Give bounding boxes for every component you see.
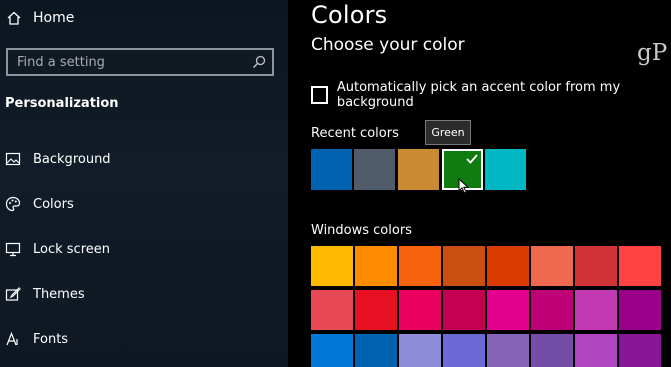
windows-color-swatch[interactable] bbox=[487, 290, 529, 330]
sidebar-item-fonts[interactable]: Fonts bbox=[5, 330, 68, 348]
windows-color-swatch[interactable] bbox=[355, 246, 397, 286]
windows-color-swatch[interactable] bbox=[355, 290, 397, 330]
mouse-pointer-icon bbox=[458, 178, 470, 194]
windows-color-swatch[interactable] bbox=[575, 334, 617, 367]
recent-color-swatch[interactable] bbox=[311, 149, 352, 190]
home-link[interactable]: Home bbox=[6, 9, 74, 27]
windows-color-swatch[interactable] bbox=[531, 334, 573, 367]
windows-color-swatch[interactable] bbox=[619, 290, 661, 330]
recent-color-swatch[interactable] bbox=[485, 149, 526, 190]
sidebar-item-label: Colors bbox=[33, 196, 74, 212]
windows-color-swatch[interactable] bbox=[355, 334, 397, 367]
recent-color-swatch[interactable] bbox=[398, 149, 439, 190]
windows-color-swatch[interactable] bbox=[487, 246, 529, 286]
windows-color-swatch[interactable] bbox=[443, 246, 485, 286]
font-icon bbox=[6, 331, 18, 346]
sidebar-item-label: Background bbox=[33, 151, 111, 167]
windows-color-swatch[interactable] bbox=[575, 246, 617, 286]
checkmark-icon bbox=[466, 154, 478, 164]
sidebar-item-background[interactable]: Background bbox=[5, 150, 111, 168]
search-placeholder: Find a setting bbox=[17, 54, 105, 70]
search-input[interactable]: Find a setting bbox=[6, 48, 274, 76]
windows-color-swatch[interactable] bbox=[531, 290, 573, 330]
sidebar: Home Find a setting Personalization Back… bbox=[0, 0, 288, 367]
auto-accent-option[interactable]: Automatically pick an accent color from … bbox=[311, 80, 671, 110]
sidebar-item-label: Themes bbox=[33, 286, 85, 302]
monitor-icon bbox=[5, 242, 21, 257]
windows-color-swatch[interactable] bbox=[575, 290, 617, 330]
windows-colors-label: Windows colors bbox=[311, 223, 412, 238]
watermark-logo: gP bbox=[637, 40, 668, 66]
windows-color-swatch[interactable] bbox=[619, 334, 661, 367]
windows-color-swatch[interactable] bbox=[443, 290, 485, 330]
windows-color-swatch[interactable] bbox=[311, 334, 353, 367]
windows-color-swatch[interactable] bbox=[311, 246, 353, 286]
section-title: Personalization bbox=[5, 96, 119, 111]
color-tooltip: Green bbox=[425, 120, 471, 145]
windows-color-swatch[interactable] bbox=[487, 334, 529, 367]
windows-color-swatch[interactable] bbox=[399, 290, 441, 330]
windows-color-swatch[interactable] bbox=[399, 246, 441, 286]
recent-colors-label: Recent colors bbox=[311, 126, 399, 141]
home-icon bbox=[7, 11, 21, 25]
sidebar-item-label: Lock screen bbox=[33, 241, 110, 257]
sidebar-item-lock-screen[interactable]: Lock screen bbox=[5, 240, 110, 258]
auto-accent-label: Automatically pick an accent color from … bbox=[336, 80, 621, 110]
sidebar-item-colors[interactable]: Colors bbox=[5, 195, 74, 213]
page-subtitle: Choose your color bbox=[311, 35, 465, 55]
windows-color-swatch[interactable] bbox=[311, 290, 353, 330]
page-title: Colors bbox=[311, 1, 388, 29]
recent-color-swatch[interactable] bbox=[354, 149, 395, 190]
windows-color-swatch[interactable] bbox=[443, 334, 485, 367]
sidebar-item-label: Fonts bbox=[33, 331, 69, 347]
windows-color-swatch[interactable] bbox=[399, 334, 441, 367]
windows-color-swatch[interactable] bbox=[619, 246, 661, 286]
home-label: Home bbox=[33, 10, 75, 26]
search-icon[interactable] bbox=[252, 55, 266, 69]
sidebar-item-themes[interactable]: Themes bbox=[5, 285, 85, 303]
palette-icon bbox=[5, 196, 21, 212]
image-icon bbox=[5, 152, 21, 166]
brush-icon bbox=[5, 287, 21, 301]
windows-color-swatch[interactable] bbox=[531, 246, 573, 286]
auto-accent-checkbox[interactable] bbox=[311, 86, 328, 104]
